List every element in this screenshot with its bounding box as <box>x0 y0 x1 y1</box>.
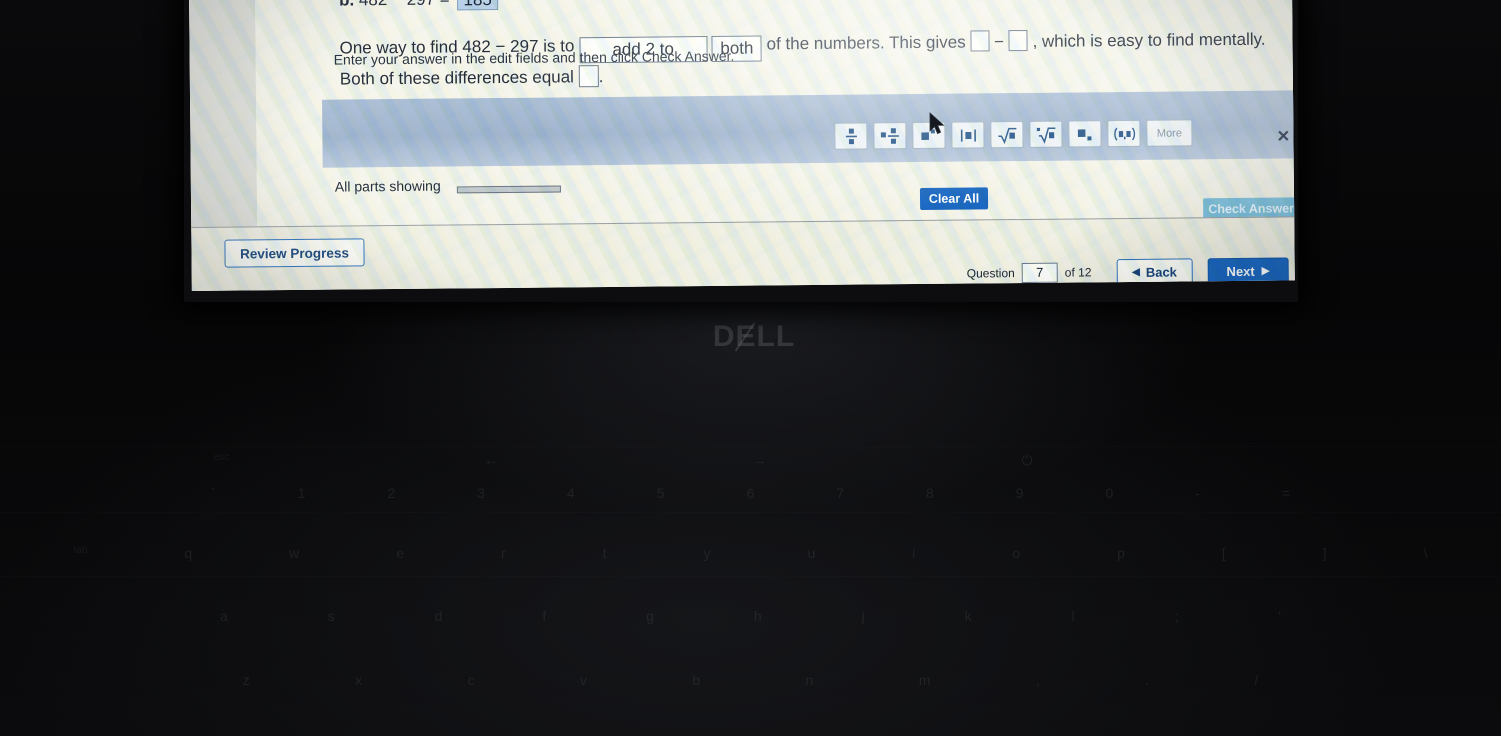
key-u[interactable]: u <box>759 545 864 561</box>
key-equals[interactable]: = <box>1241 485 1331 501</box>
key-f[interactable]: f <box>492 608 596 624</box>
key-7[interactable]: 7 <box>795 485 885 501</box>
key-semicolon[interactable]: ; <box>1125 608 1229 624</box>
interval-notation-icon[interactable] <box>1107 119 1141 148</box>
problem-part-b: b. 482 − 297 = 185 <box>339 0 498 12</box>
answer-input-difference[interactable] <box>578 65 599 88</box>
question-footer-bar: Review Progress Question 7 of 12 ◀ Back … <box>191 216 1295 291</box>
question-total-label: of 12 <box>1064 265 1092 280</box>
nth-root-icon[interactable] <box>1029 120 1063 148</box>
key-5[interactable]: 5 <box>616 485 706 501</box>
square-root-icon[interactable] <box>990 120 1024 149</box>
all-parts-showing-label: All parts showing <box>334 177 441 195</box>
key-q[interactable]: q <box>136 545 241 561</box>
key-c[interactable]: c <box>415 672 527 688</box>
subscript-icon[interactable] <box>1068 120 1102 148</box>
mixed-number-icon[interactable] <box>873 122 907 150</box>
key-right-arrow[interactable]: → <box>689 452 830 469</box>
key-9[interactable]: 9 <box>975 485 1065 501</box>
sentence-part-2: of the numbers. This gives <box>766 32 966 54</box>
key-r[interactable]: r <box>453 545 555 561</box>
back-label: Back <box>1145 264 1177 280</box>
key-j[interactable]: j <box>812 608 915 624</box>
key-k[interactable]: k <box>915 608 1022 624</box>
key-power[interactable]: ⏻ <box>958 452 1096 469</box>
next-button[interactable]: Next ▶ <box>1207 257 1289 285</box>
key-m[interactable]: m <box>866 672 983 688</box>
parts-progress-bar[interactable] <box>456 185 561 194</box>
key-y[interactable]: y <box>655 545 759 561</box>
key-l[interactable]: l <box>1022 608 1125 624</box>
key-6[interactable]: 6 <box>705 485 795 501</box>
photograph-of-laptop-screen: esc ← → ⏻ ` 1 2 3 4 5 6 7 8 9 0 - = tab <box>0 0 1501 736</box>
key-o[interactable]: o <box>964 545 1069 561</box>
exponent-icon[interactable] <box>912 121 946 150</box>
next-label: Next <box>1226 263 1255 279</box>
left-gutter <box>189 0 258 227</box>
key-t[interactable]: t <box>554 545 655 561</box>
key-bracket-left[interactable]: [ <box>1173 545 1274 561</box>
key-e[interactable]: e <box>348 545 453 561</box>
clear-all-button[interactable]: Clear All <box>919 187 989 210</box>
laptop-screen: b. 482 − 297 = 185 One way to find 482 −… <box>189 0 1295 291</box>
key-period[interactable]: . <box>1092 672 1201 688</box>
key-tab[interactable]: tab <box>25 545 136 561</box>
absolute-value-icon[interactable] <box>951 121 985 149</box>
math-toolbar: More <box>834 119 1193 150</box>
key-quote[interactable]: ' <box>1228 608 1331 624</box>
answer-input-minuend[interactable] <box>970 30 990 52</box>
dell-logo: DELL <box>712 320 796 353</box>
key-g[interactable]: g <box>596 608 704 624</box>
key-0[interactable]: 0 <box>1065 485 1155 501</box>
answer-input-subtrahend[interactable] <box>1008 29 1028 52</box>
review-progress-button[interactable]: Review Progress <box>224 238 365 268</box>
sentence-part-4: Both of these differences equal <box>339 67 575 89</box>
key-slash[interactable]: / <box>1202 672 1311 688</box>
key-esc[interactable]: esc <box>150 452 293 469</box>
key-tilde[interactable]: ` <box>170 485 257 501</box>
more-tools-button[interactable]: More <box>1146 119 1193 147</box>
fraction-icon[interactable] <box>834 122 868 150</box>
key-w[interactable]: w <box>241 545 348 561</box>
key-s[interactable]: s <box>278 608 385 624</box>
key-z[interactable]: z <box>190 672 302 688</box>
sentence-period: . <box>598 67 604 87</box>
math-courseware-page: b. 482 − 297 = 185 One way to find 482 −… <box>189 0 1295 291</box>
answer-input-185[interactable]: 185 <box>457 0 498 11</box>
key-a[interactable]: a <box>170 608 278 624</box>
key-8[interactable]: 8 <box>885 485 975 501</box>
key-h[interactable]: h <box>704 608 812 624</box>
key-comma[interactable]: , <box>983 672 1092 688</box>
key-3[interactable]: 3 <box>436 485 526 501</box>
key-1[interactable]: 1 <box>257 485 347 501</box>
question-label: Question <box>966 266 1015 281</box>
key-2[interactable]: 2 <box>346 485 436 501</box>
back-button[interactable]: ◀ Back <box>1116 258 1193 286</box>
close-icon[interactable]: ✕ <box>1275 128 1291 146</box>
key-b[interactable]: b <box>640 672 753 688</box>
minus-sign: − <box>994 32 1005 52</box>
key-n[interactable]: n <box>753 672 866 688</box>
problem-expression: 482 − 297 = <box>359 0 450 9</box>
laptop-keyboard: esc ← → ⏻ ` 1 2 3 4 5 6 7 8 9 0 - = tab <box>0 400 1501 736</box>
part-label: b. <box>339 0 354 10</box>
question-content-area: b. 482 − 297 = 185 One way to find 482 −… <box>254 0 1295 227</box>
key-left-arrow[interactable]: ← <box>420 452 561 469</box>
left-arrow-icon: ◀ <box>1132 266 1140 278</box>
key-4[interactable]: 4 <box>526 485 616 501</box>
key-x[interactable]: x <box>302 672 414 688</box>
sentence-part-3: , which is easy to find mentally. <box>1032 29 1266 51</box>
question-number-input[interactable]: 7 <box>1021 262 1058 284</box>
key-minus[interactable]: - <box>1154 485 1241 501</box>
dell-logo-slash <box>732 322 762 352</box>
key-d[interactable]: d <box>385 608 493 624</box>
key-i[interactable]: i <box>864 545 964 561</box>
math-palette-banner: More ✕ <box>322 90 1295 168</box>
key-p[interactable]: p <box>1069 545 1174 561</box>
key-bracket-right[interactable]: ] <box>1274 545 1375 561</box>
right-arrow-icon: ▶ <box>1261 265 1270 277</box>
key-v[interactable]: v <box>527 672 639 688</box>
key-backslash[interactable]: \ <box>1375 545 1476 561</box>
